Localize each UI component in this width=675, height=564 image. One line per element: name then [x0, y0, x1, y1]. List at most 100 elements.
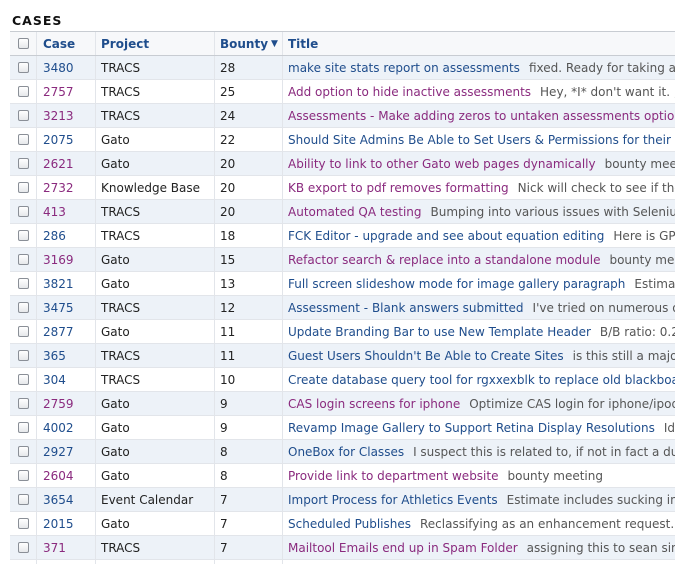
case-title-link[interactable]: Mailtool Emails end up in Spam Folder: [288, 541, 518, 555]
case-number-link[interactable]: 371: [43, 541, 66, 555]
case-number-link[interactable]: 413: [43, 205, 66, 219]
project-cell: Event Calendar: [96, 488, 215, 511]
row-checkbox[interactable]: [17, 86, 29, 97]
case-number-link[interactable]: 2732: [43, 181, 74, 195]
column-header-title[interactable]: Title: [283, 32, 675, 55]
case-title-link[interactable]: OneBox for Classes: [288, 445, 404, 459]
case-number-link[interactable]: 2621: [43, 157, 74, 171]
case-title-link[interactable]: KB export to pdf removes formatting: [288, 181, 509, 195]
row-check-cell: [10, 368, 37, 391]
case-title-link[interactable]: Guest Users Shouldn't Be Able to Create …: [288, 349, 564, 363]
case-title-link[interactable]: Revamp Image Gallery to Support Retina D…: [288, 421, 655, 435]
case-title-link[interactable]: Should Site Admins Be Able to Set Users …: [288, 133, 675, 147]
case-title-link[interactable]: Provide link to department website: [288, 469, 498, 483]
case-title-link[interactable]: Update Branding Bar to use New Template …: [288, 325, 591, 339]
case-title-link[interactable]: Scheduled Publishes: [288, 517, 411, 531]
select-all-checkbox[interactable]: [17, 38, 29, 49]
case-title-link[interactable]: Ability to link to other Gato web pages …: [288, 157, 596, 171]
case-number-link[interactable]: 2759: [43, 397, 74, 411]
case-number-link[interactable]: 365: [43, 349, 66, 363]
project-cell: Knowledge Base: [96, 176, 215, 199]
row-checkbox[interactable]: [17, 326, 29, 337]
case-title-link[interactable]: FCK Editor - upgrade and see about equat…: [288, 229, 604, 243]
row-checkbox[interactable]: [17, 470, 29, 481]
row-checkbox[interactable]: [17, 230, 29, 241]
project-cell: Gato: [96, 272, 215, 295]
case-number-link[interactable]: 3169: [43, 253, 74, 267]
latest-event-snippet: I've tried on numerous oc: [532, 300, 675, 315]
case-title-link[interactable]: CAS login screens for iphone: [288, 397, 460, 411]
case-title-link[interactable]: Add option to hide inactive assessments: [288, 85, 531, 99]
bounty-cell: 22: [215, 128, 283, 151]
case-number-link[interactable]: 3213: [43, 109, 74, 123]
case-number-link[interactable]: 2604: [43, 469, 74, 483]
row-checkbox[interactable]: [17, 374, 29, 385]
row-check-cell: [10, 488, 37, 511]
case-title-link[interactable]: Import Process for Athletics Events: [288, 493, 498, 507]
case-number-link[interactable]: 2877: [43, 325, 74, 339]
row-checkbox[interactable]: [17, 206, 29, 217]
bounty-cell: 8: [215, 440, 283, 463]
title-cell: CAS login screens for iphone Optimize CAS…: [283, 392, 675, 415]
row-checkbox[interactable]: [17, 422, 29, 433]
case-title-link[interactable]: Assessments - Make adding zeros to untak…: [288, 109, 675, 123]
row-checkbox[interactable]: [17, 278, 29, 289]
project-cell: TRACS: [96, 56, 215, 79]
row-checkbox[interactable]: [17, 182, 29, 193]
table-row: 2927 Gato 8 OneBox for Classes I suspect thi…: [10, 440, 675, 464]
title-cell: Assessments - Make adding zeros to untak…: [283, 104, 675, 127]
title-cell: Full screen slideshow mode for image gal…: [283, 272, 675, 295]
latest-event-snippet: fixed. Ready for taking a l: [528, 60, 675, 75]
row-checkbox[interactable]: [17, 446, 29, 457]
case-number-link[interactable]: 3654: [43, 493, 74, 507]
project-cell: TRACS: [96, 560, 215, 564]
case-number-link[interactable]: 2757: [43, 85, 74, 99]
case-title-link[interactable]: make site stats report on assessments: [288, 61, 520, 75]
table-row: 2015 Gato 7 Scheduled Publishes Reclassifyin…: [10, 512, 675, 536]
row-checkbox[interactable]: [17, 398, 29, 409]
case-number-link[interactable]: 304: [43, 373, 66, 387]
case-title-link[interactable]: Full screen slideshow mode for image gal…: [288, 277, 625, 291]
table-row: 2757 TRACS 25 Add option to hide inactive a…: [10, 80, 675, 104]
case-cell: 304: [37, 368, 96, 391]
title-cell: Ability to link to other Gato web pages …: [283, 152, 675, 175]
row-check-cell: [10, 152, 37, 175]
title-cell: Add option to hide inactive assessments H…: [283, 80, 675, 103]
case-cell: 3821: [37, 272, 96, 295]
row-checkbox[interactable]: [17, 518, 29, 529]
case-number-link[interactable]: 3475: [43, 301, 74, 315]
latest-event-snippet: Estimate includes sucking in I: [506, 492, 675, 507]
row-checkbox[interactable]: [17, 158, 29, 169]
case-number-link[interactable]: 2927: [43, 445, 74, 459]
title-cell: Mailtool Emails end up in Spam Folder ass…: [283, 536, 675, 559]
case-title-link[interactable]: Create database query tool for rgxxexblk…: [288, 373, 675, 387]
row-checkbox[interactable]: [17, 254, 29, 265]
row-checkbox[interactable]: [17, 62, 29, 73]
column-header-case[interactable]: Case: [37, 32, 96, 55]
table-row: 4002 Gato 9 Revamp Image Gallery to Support…: [10, 416, 675, 440]
case-number-link[interactable]: 2015: [43, 517, 74, 531]
column-header-bounty[interactable]: Bounty ▼: [215, 32, 283, 55]
case-title-link[interactable]: Assessment - Blank answers submitted: [288, 301, 524, 315]
project-cell: TRACS: [96, 224, 215, 247]
column-header-project[interactable]: Project: [96, 32, 215, 55]
row-checkbox[interactable]: [17, 542, 29, 553]
row-checkbox[interactable]: [17, 302, 29, 313]
case-title-link[interactable]: Automated QA testing: [288, 205, 422, 219]
project-cell: TRACS: [96, 368, 215, 391]
row-checkbox[interactable]: [17, 110, 29, 121]
table-row: 371 TRACS 7 Mailtool Emails end up in Spam …: [10, 536, 675, 560]
select-all-cell: [10, 32, 37, 55]
case-number-link[interactable]: 3480: [43, 61, 74, 75]
case-number-link[interactable]: 286: [43, 229, 66, 243]
latest-event-snippet: I suspect this is related to, if not in …: [413, 444, 675, 459]
case-number-link[interactable]: 4002: [43, 421, 74, 435]
row-checkbox[interactable]: [17, 350, 29, 361]
case-number-link[interactable]: 3821: [43, 277, 74, 291]
row-checkbox[interactable]: [17, 494, 29, 505]
row-check-cell: [10, 560, 37, 564]
row-checkbox[interactable]: [17, 134, 29, 145]
row-check-cell: [10, 248, 37, 271]
case-number-link[interactable]: 2075: [43, 133, 74, 147]
case-title-link[interactable]: Refactor search & replace into a standal…: [288, 253, 600, 267]
